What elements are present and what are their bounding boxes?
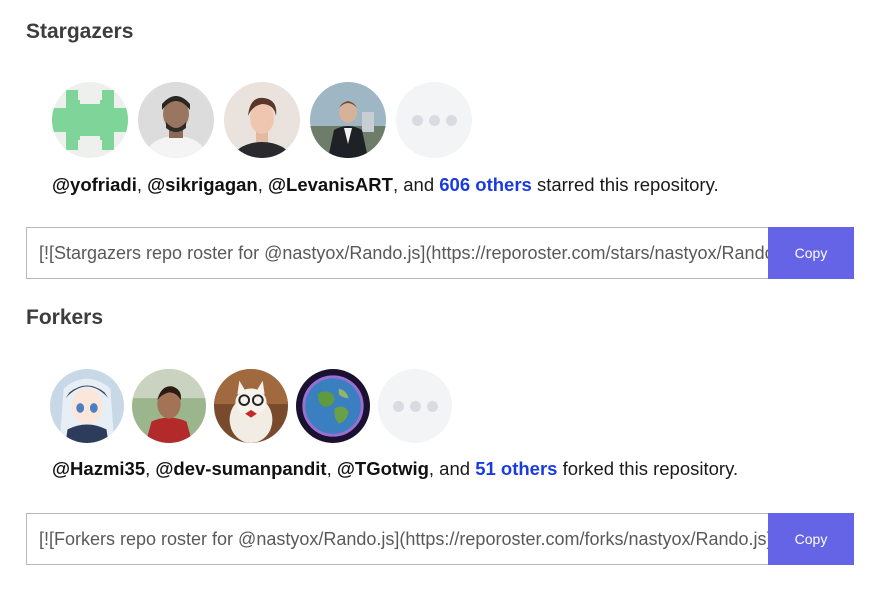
avatar-sikrigagan[interactable] — [138, 82, 214, 158]
more-avatars-icon[interactable] — [378, 369, 452, 443]
avatar-dev-sumanpandit[interactable] — [132, 369, 206, 443]
others-link[interactable]: 606 others — [439, 174, 532, 195]
stargazers-summary: @yofriadi, @sikrigagan, @LevanisART, and… — [52, 174, 719, 195]
user-link[interactable]: @LevanisART — [268, 174, 393, 195]
stargazers-copy-button[interactable]: Copy — [768, 227, 854, 279]
user-link[interactable]: @TGotwig — [337, 458, 429, 479]
avatar-levanisart[interactable] — [224, 82, 300, 158]
stargazers-title: Stargazers — [26, 20, 134, 43]
user-link[interactable]: @yofriadi — [52, 174, 137, 195]
user-link[interactable]: @sikrigagan — [147, 174, 258, 195]
person-photo-icon — [138, 82, 214, 158]
stargazers-embed: [![Stargazers repo roster for @nastyox/R… — [26, 227, 854, 279]
avatar-hazmi35[interactable] — [50, 369, 124, 443]
avatar-tgotwig[interactable] — [214, 369, 288, 443]
identicon-avatar-icon — [52, 82, 128, 158]
avatar-user-8[interactable] — [296, 369, 370, 443]
anime-avatar-icon — [50, 369, 124, 443]
user-link[interactable]: @dev-sumanpandit — [155, 458, 326, 479]
forkers-copy-button[interactable]: Copy — [768, 513, 854, 565]
avatar-user-4[interactable] — [310, 82, 386, 158]
person-photo-icon — [224, 82, 300, 158]
stargazers-avatars — [52, 82, 472, 158]
more-avatars-icon[interactable] — [396, 82, 472, 158]
forkers-embed: [![Forkers repo roster for @nastyox/Rand… — [26, 513, 854, 565]
forkers-avatars — [50, 369, 452, 443]
globe-avatar-icon — [296, 369, 370, 443]
forkers-embed-input[interactable]: [![Forkers repo roster for @nastyox/Rand… — [26, 513, 768, 565]
forkers-summary: @Hazmi35, @dev-sumanpandit, @TGotwig, an… — [52, 458, 739, 479]
others-link[interactable]: 51 others — [475, 458, 557, 479]
cat-avatar-icon — [214, 369, 288, 443]
user-link[interactable]: @Hazmi35 — [52, 458, 145, 479]
stargazers-embed-input[interactable]: [![Stargazers repo roster for @nastyox/R… — [26, 227, 768, 279]
avatar-yofriadi[interactable] — [52, 82, 128, 158]
person-photo-icon — [310, 82, 386, 158]
person-photo-icon — [132, 369, 206, 443]
forkers-title: Forkers — [26, 306, 104, 329]
